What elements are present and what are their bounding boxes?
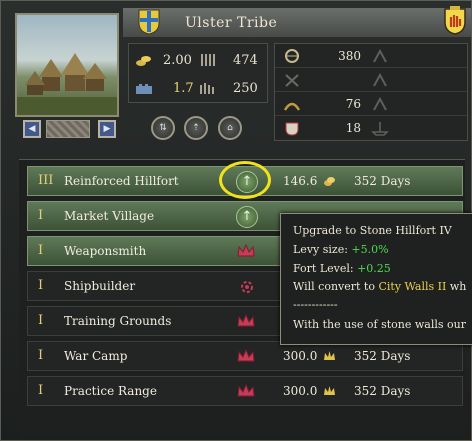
archer-icon — [285, 49, 299, 63]
building-level: I — [38, 313, 44, 328]
tech-castle-icon — [136, 84, 152, 94]
tooltip-fort-label: Fort Level: — [293, 262, 358, 275]
building-row-practice-range[interactable]: I Practice Range 300.0 352 Days — [27, 376, 463, 406]
building-cost: 146.6 — [283, 174, 318, 188]
gear-icon[interactable] — [238, 278, 256, 296]
unit-silhouette-icon — [373, 48, 387, 63]
unit-silhouette-icon — [373, 96, 387, 111]
upgrade-levy-button[interactable]: ⇡ — [184, 116, 208, 140]
building-level: I — [38, 278, 44, 293]
tooltip-fort-line: Fort Level: +0.25 — [293, 262, 391, 275]
holding-title: Ulster Tribe — [185, 15, 278, 31]
military-value: 18 — [345, 121, 361, 135]
tooltip-separator: ------------ — [293, 298, 338, 311]
next-holding-button[interactable]: ▶ — [98, 120, 116, 138]
military-value: 76 — [345, 97, 361, 111]
blue-cross-shield-icon[interactable] — [138, 9, 160, 35]
building-row-war-camp[interactable]: I War Camp 300.0 352 Days — [27, 341, 463, 371]
tooltip-convert-target: City Walls II — [378, 280, 447, 293]
levy-raise-button[interactable]: ⇅ — [151, 116, 175, 140]
building-level: III — [38, 173, 54, 188]
building-name: War Camp — [64, 349, 128, 363]
garrison-icon — [200, 83, 214, 94]
tooltip-levy-line: Levy size: +5.0% — [293, 243, 389, 256]
tooltip-fort-value: +0.25 — [357, 262, 391, 275]
crossed-swords-icon — [285, 74, 299, 87]
build-time: 352 Days — [354, 174, 411, 188]
highlight-circle — [219, 161, 271, 199]
crown-icon[interactable] — [236, 383, 256, 399]
red-hand-shield-icon[interactable] — [443, 5, 467, 35]
coin-icon — [324, 177, 335, 186]
building-level: I — [38, 348, 44, 363]
garrison-value: 250 — [233, 81, 258, 96]
tooltip-convert-label: Will convert to — [293, 280, 379, 293]
military-row: 18 — [275, 117, 467, 140]
gold-coins-icon — [136, 56, 151, 66]
building-level: I — [38, 208, 44, 223]
tooltip-levy-value: +5.0% — [351, 243, 389, 256]
crown-icon[interactable] — [236, 313, 256, 329]
title-bar: Ulster Tribe — [123, 8, 471, 38]
tooltip-convert-line: Will convert to City Walls II wh — [293, 280, 466, 293]
building-name: Practice Range — [64, 384, 157, 398]
holding-portrait — [15, 13, 119, 117]
holding-window: ◀ ▶ Ulster Tribe 2.00 474 1.7 250 380 76… — [0, 0, 472, 441]
building-level: I — [38, 243, 44, 258]
tooltip-footer: With the use of stone walls our — [293, 318, 466, 331]
ship-icon — [371, 122, 389, 136]
gold-income-value: 2.00 — [163, 53, 192, 68]
garrison-button[interactable]: ⌂ — [218, 116, 242, 140]
building-name: Market Village — [64, 209, 155, 223]
holding-stats-panel: 2.00 474 1.7 250 — [128, 43, 268, 103]
upgrade-tooltip: Upgrade to Stone Hillfort IV Levy size: … — [280, 213, 472, 345]
piety-crown-icon — [324, 351, 335, 360]
holding-crest-strip — [46, 120, 90, 138]
building-name: Shipbuilder — [64, 279, 136, 293]
military-panel: 380 76 18 — [274, 43, 468, 141]
levy-value: 474 — [233, 53, 258, 68]
building-name: Training Grounds — [64, 314, 172, 328]
military-row — [275, 69, 467, 92]
building-cost: 300.0 — [283, 349, 318, 363]
military-value: 380 — [338, 49, 361, 63]
tooltip-levy-label: Levy size: — [293, 243, 352, 256]
military-row: 380 — [275, 45, 467, 68]
tooltip-title: Upgrade to Stone Hillfort IV — [293, 224, 452, 237]
military-row: 76 — [275, 93, 467, 116]
building-cost: 300.0 — [283, 384, 318, 398]
build-time: 352 Days — [354, 349, 411, 363]
unit-silhouette-icon — [373, 72, 387, 87]
horse-archer-icon — [283, 102, 301, 111]
crown-icon[interactable] — [236, 243, 256, 259]
previous-holding-button[interactable]: ◀ — [23, 120, 41, 138]
crown-icon[interactable] — [236, 348, 256, 364]
tooltip-convert-tail: wh — [446, 280, 467, 293]
piety-crown-icon — [324, 386, 335, 395]
build-time: 352 Days — [354, 384, 411, 398]
tech-value: 1.7 — [173, 81, 194, 96]
building-level: I — [38, 383, 44, 398]
knight-icon — [285, 122, 299, 136]
levy-spears-icon — [201, 54, 215, 66]
upgrade-arrow-icon[interactable]: ↑ — [236, 206, 258, 228]
building-name: Weaponsmith — [64, 244, 147, 258]
building-name: Reinforced Hillfort — [64, 174, 179, 188]
